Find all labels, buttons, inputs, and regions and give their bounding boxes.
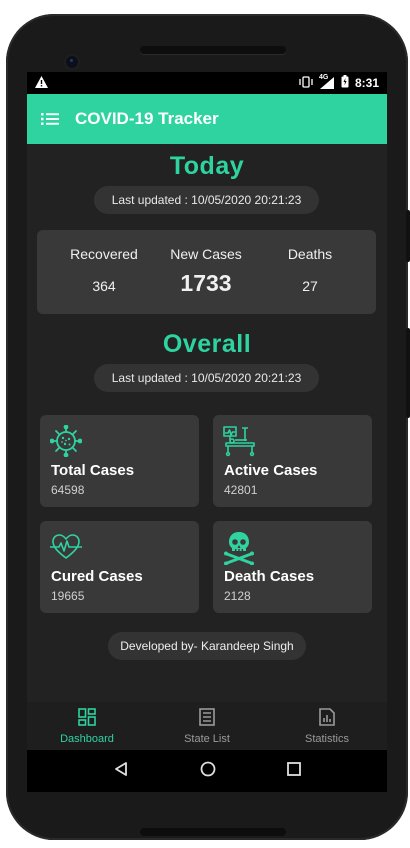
recovered-value: 364 xyxy=(92,278,116,294)
system-navigation-bar xyxy=(27,750,387,792)
list-document-icon xyxy=(199,707,215,729)
today-last-updated: Last updated : 10/05/2020 20:21:23 xyxy=(94,186,319,214)
nav-statistics-label: Statistics xyxy=(304,732,349,745)
heartbeat-icon xyxy=(49,531,83,563)
new-cases-value: 1733 xyxy=(180,270,232,296)
virus-icon xyxy=(49,424,83,458)
app-title: COVID-19 Tracker xyxy=(75,109,219,128)
deaths-label: Deaths xyxy=(287,246,333,262)
vibrate-icon xyxy=(299,75,313,91)
nav-statistics[interactable]: Statistics xyxy=(267,702,387,750)
power-button xyxy=(406,210,410,262)
skull-crossbones-icon xyxy=(223,531,255,566)
cured-cases-value: 19665 xyxy=(51,589,85,603)
total-cases-tile[interactable]: Total Cases 64598 xyxy=(40,415,199,507)
app-screen: 4G 8:31 COVID-19 Tracker Today Last upda… xyxy=(27,72,387,792)
deaths-value: 27 xyxy=(302,278,318,294)
total-cases-value: 64598 xyxy=(51,483,85,497)
volume-button xyxy=(406,328,410,418)
death-cases-tile[interactable]: Death Cases 2128 xyxy=(213,521,372,613)
dashboard-icon xyxy=(78,707,96,729)
cured-cases-title: Cured Cases xyxy=(51,568,143,585)
front-camera xyxy=(66,56,78,68)
hospital-bed-icon xyxy=(223,425,255,457)
app-bar: COVID-19 Tracker xyxy=(27,94,387,144)
recents-icon[interactable] xyxy=(287,761,302,781)
chart-icon xyxy=(319,707,335,729)
status-bar: 4G 8:31 xyxy=(27,72,387,94)
bottom-speaker xyxy=(140,828,286,836)
back-icon[interactable] xyxy=(113,761,129,782)
active-cases-title: Active Cases xyxy=(224,462,318,479)
status-time: 8:31 xyxy=(354,76,379,90)
today-stats-card: Recovered 364 New Cases 1733 Deaths 27 xyxy=(37,230,376,314)
today-heading: Today xyxy=(169,152,245,180)
cured-cases-tile[interactable]: Cured Cases 19665 xyxy=(40,521,199,613)
overall-last-updated: Last updated : 10/05/2020 20:21:23 xyxy=(94,364,319,392)
deaths-stat: Deaths 27 xyxy=(265,246,355,294)
new-cases-label: New Cases xyxy=(170,246,242,262)
developer-credit: Developed by- Karandeep Singh xyxy=(108,632,306,660)
battery-icon xyxy=(341,75,349,91)
nav-dashboard-label: Dashboard xyxy=(60,732,114,745)
menu-icon[interactable] xyxy=(41,112,59,126)
earpiece-speaker xyxy=(140,46,286,54)
home-icon[interactable] xyxy=(200,761,216,782)
signal-icon: 4G xyxy=(318,74,335,89)
active-cases-value: 42801 xyxy=(224,483,258,497)
overall-heading: Overall xyxy=(162,330,252,358)
death-cases-title: Death Cases xyxy=(224,568,315,585)
bottom-navigation: Dashboard State List Statistics xyxy=(27,702,387,750)
death-cases-value: 2128 xyxy=(224,589,251,603)
network-type: 4G xyxy=(318,74,329,81)
new-cases-stat: New Cases 1733 xyxy=(161,246,251,297)
recovered-stat: Recovered 364 xyxy=(59,246,149,294)
recovered-label: Recovered xyxy=(70,246,138,262)
active-cases-tile[interactable]: Active Cases 42801 xyxy=(213,415,372,507)
warning-icon xyxy=(35,75,48,91)
nav-dashboard[interactable]: Dashboard xyxy=(27,702,147,750)
nav-state-list[interactable]: State List xyxy=(147,702,267,750)
nav-state-list-label: State List xyxy=(184,732,230,745)
total-cases-title: Total Cases xyxy=(51,462,135,479)
